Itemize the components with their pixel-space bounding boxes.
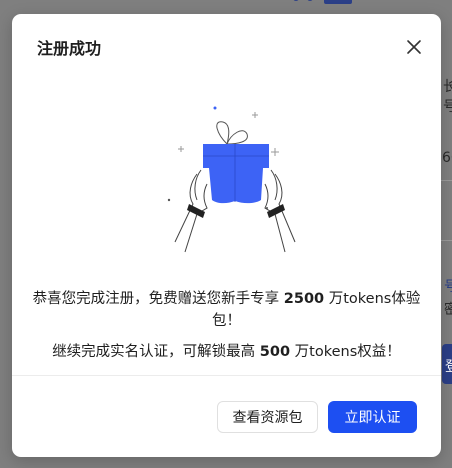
background-text: 66 bbox=[442, 150, 452, 166]
background-divider bbox=[440, 180, 452, 181]
background-text: 密 bbox=[444, 302, 452, 318]
view-resource-pack-button[interactable]: 查看资源包 bbox=[217, 401, 318, 433]
background-text: 长号 bbox=[443, 79, 452, 115]
close-icon[interactable] bbox=[405, 38, 423, 56]
footer-divider bbox=[12, 375, 441, 376]
reward-message: 恭喜您完成注册，免费赠送您新手专享 2500 万tokens体验包！ bbox=[32, 288, 421, 332]
verification-message-text: 万tokens权益！ bbox=[290, 344, 401, 360]
verification-amount: 500 bbox=[259, 344, 291, 360]
gift-box-in-hands-illustration bbox=[167, 106, 296, 253]
reward-amount: 2500 bbox=[283, 291, 325, 307]
background-text: 登 bbox=[445, 356, 452, 376]
verify-now-button[interactable]: 立即认证 bbox=[328, 401, 417, 433]
registration-success-dialog: 注册成功 恭喜您完成注册，免费赠送您新手专享 2500 万tokens体验包！ … bbox=[12, 14, 441, 457]
background-divider bbox=[440, 240, 452, 241]
verification-message-text: 继续完成实名认证，可解锁最高 bbox=[52, 344, 260, 360]
verification-message: 继续完成实名认证，可解锁最高 500 万tokens权益！ bbox=[32, 341, 421, 363]
background-text: 号 bbox=[444, 279, 452, 295]
gift-box bbox=[209, 168, 263, 204]
reward-message-text: 恭喜您完成注册，免费赠送您新手专享 bbox=[32, 291, 284, 307]
dialog-title: 注册成功 bbox=[37, 39, 102, 58]
brand-logo bbox=[293, 0, 352, 4]
